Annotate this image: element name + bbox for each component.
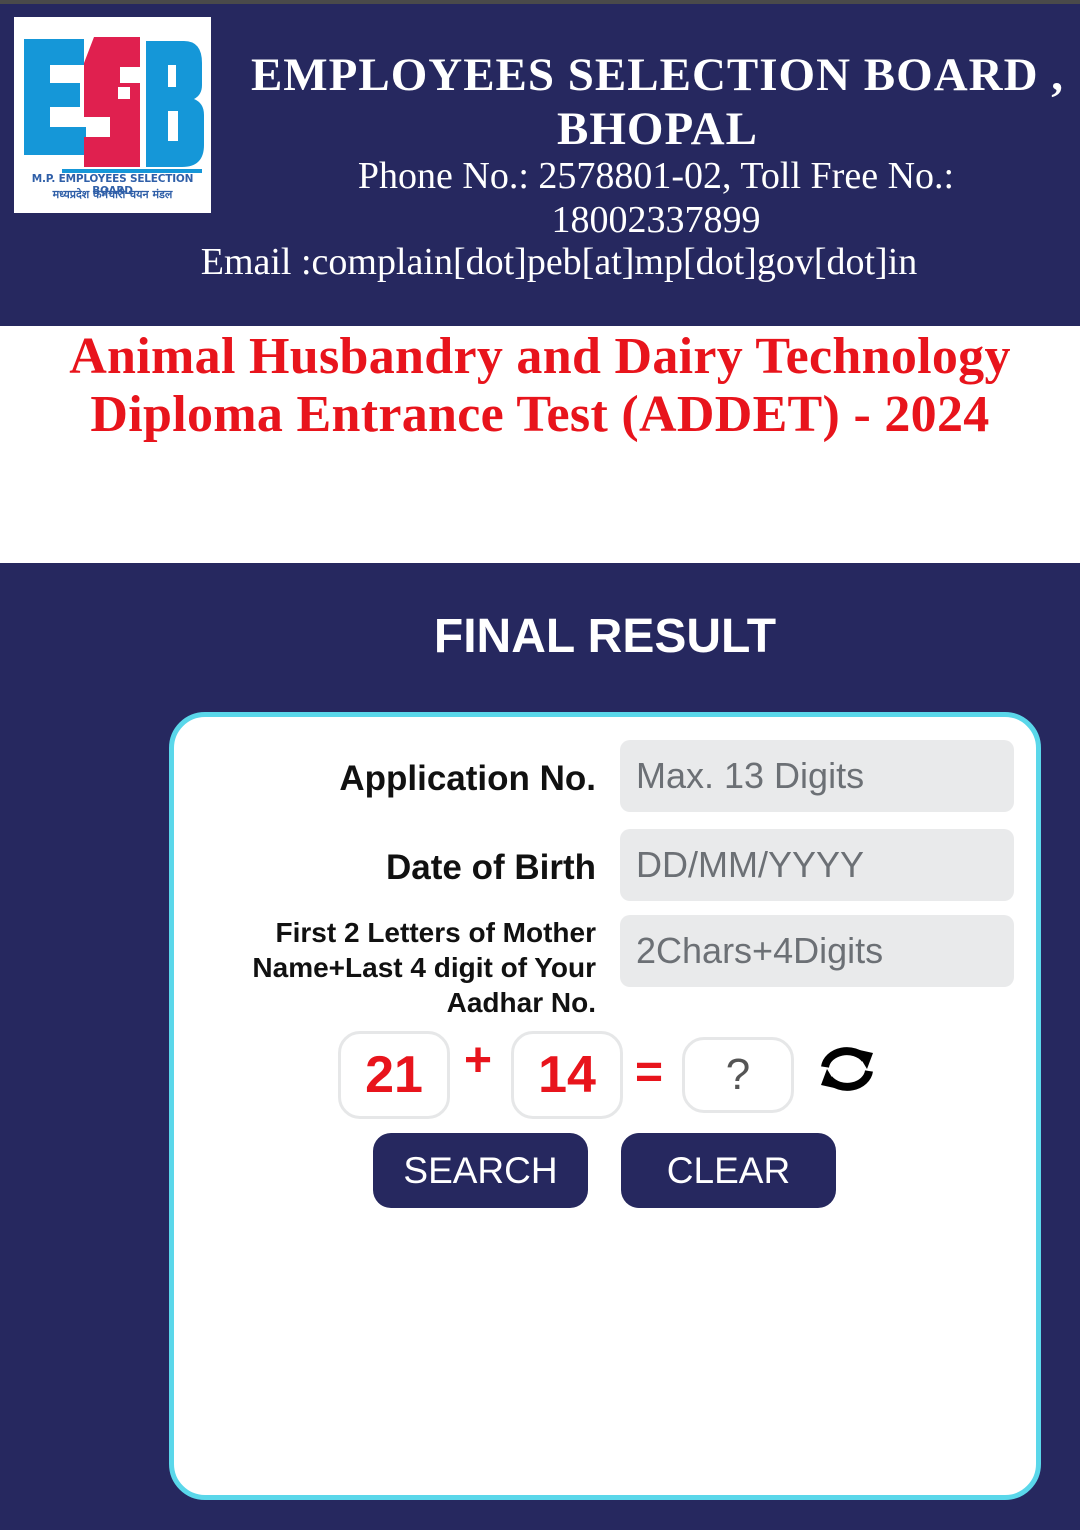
organization-name: EMPLOYEES SELECTION BOARD , BHOPAL [240, 48, 1075, 156]
captcha-equals-sign: = [635, 1046, 664, 1099]
toll-free-number: 18002337899 [551, 199, 761, 241]
exam-title: Animal Husbandry and Dairy Technology Di… [0, 328, 1080, 444]
organization-name-line1: EMPLOYEES SELECTION BOARD , [250, 49, 1065, 101]
captcha-answer-input[interactable] [682, 1037, 794, 1113]
exam-title-line1: Animal Husbandry and Dairy Technology [69, 328, 1011, 385]
search-button[interactable]: SEARCH [373, 1133, 588, 1208]
application-number-label: Application No. [339, 759, 596, 798]
mother-aadhar-label: First 2 Letters of Mother Name+Last 4 di… [196, 915, 596, 1020]
site-header: M.P. EMPLOYEES SELECTION BOARD मध्यप्रदे… [0, 4, 1080, 326]
application-number-input[interactable] [620, 740, 1014, 812]
mother-aadhar-input[interactable] [620, 915, 1014, 987]
exam-title-line2: Diploma Entrance Test (ADDET) - 2024 [90, 386, 990, 443]
mother-aadhar-label-line2: Name+Last 4 digit of Your [252, 952, 596, 983]
esb-logo-mark [24, 37, 204, 173]
captcha-number-a: 21 [338, 1031, 450, 1119]
clear-button[interactable]: CLEAR [621, 1133, 836, 1208]
refresh-icon[interactable] [819, 1045, 875, 1093]
esb-logo[interactable]: M.P. EMPLOYEES SELECTION BOARD मध्यप्रदे… [14, 17, 211, 213]
phone-numbers: Phone No.: 2578801-02, Toll Free No.: [357, 155, 955, 197]
logo-caption-hindi: मध्यप्रदेश कर्मचारी चयन मंडल [52, 188, 173, 201]
result-search-form: Application No. Date of Birth First 2 Le… [169, 712, 1041, 1500]
captcha-number-b: 14 [511, 1031, 623, 1119]
exam-banner: Animal Husbandry and Dairy Technology Di… [0, 326, 1080, 563]
contact-info: Phone No.: 2578801-02, Toll Free No.: 18… [236, 154, 1076, 242]
date-of-birth-input[interactable] [620, 829, 1014, 901]
captcha-plus-sign: + [464, 1034, 493, 1087]
mother-aadhar-label-line1: First 2 Letters of Mother [275, 917, 596, 948]
organization-name-line2: BHOPAL [557, 103, 758, 155]
mother-aadhar-label-line3: Aadhar No. [446, 987, 596, 1018]
contact-email: Email :complain[dot]peb[at]mp[dot]gov[do… [200, 241, 918, 283]
final-result-heading: FINAL RESULT [433, 610, 777, 663]
date-of-birth-label: Date of Birth [386, 848, 596, 887]
